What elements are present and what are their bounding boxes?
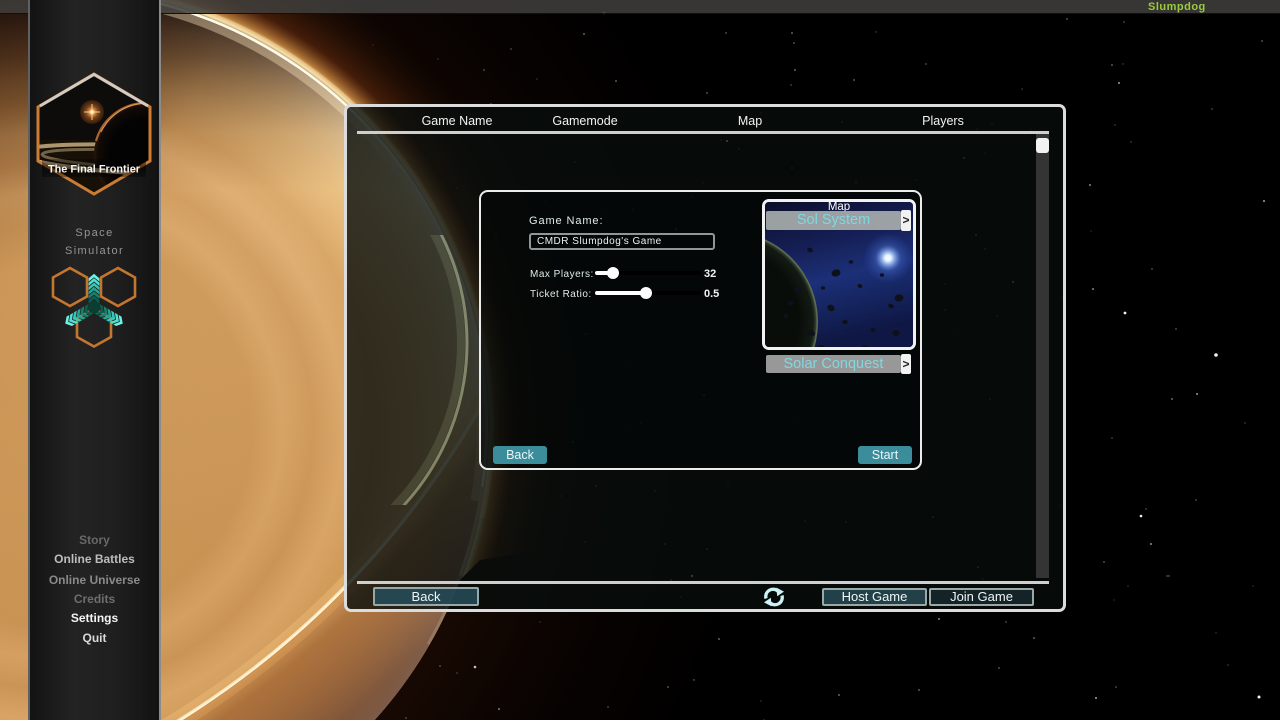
svg-text:The Final Frontier: The Final Frontier bbox=[48, 164, 141, 176]
